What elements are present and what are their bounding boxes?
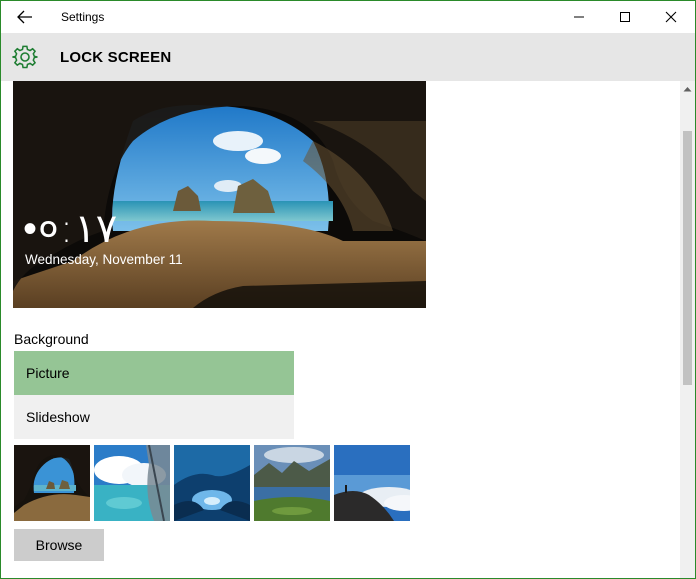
back-arrow-icon [17,10,32,24]
background-option-label: Slideshow [26,409,90,425]
minimize-button[interactable] [556,1,602,33]
content-area: •०:١٧ Wednesday, November 11 Background … [1,81,680,578]
background-option-slideshow[interactable]: Slideshow [14,395,294,439]
thumbnail-cave-beach[interactable] [14,445,90,521]
thumbnail-ice-cave[interactable] [174,445,250,521]
preview-date: Wednesday, November 11 [25,252,183,267]
cave-beach-image [14,445,90,521]
close-button[interactable] [648,1,694,33]
page-header: LOCK SCREEN [1,33,695,81]
thumbnail-sky-window[interactable] [94,445,170,521]
sky-window-image [94,445,170,521]
thumbnail-cliff-clouds[interactable] [334,445,410,521]
scroll-up-button[interactable] [680,83,695,95]
ice-cave-image [174,445,250,521]
lock-screen-preview: •०:١٧ Wednesday, November 11 [13,81,426,308]
thumbnail-mountain-lake[interactable] [254,445,330,521]
gear-icon [12,45,38,69]
title-bar: Settings [1,1,695,33]
vertical-scrollbar[interactable] [680,81,695,578]
browse-button[interactable]: Browse [14,529,104,561]
close-icon [665,11,677,23]
background-label: Background [14,331,89,347]
mountain-lake-image [254,445,330,521]
settings-window: Settings LOCK SCREEN •०:١٧ Wednesday, No… [0,0,696,579]
background-option-label: Picture [26,365,70,381]
chevron-up-icon [683,87,692,92]
preview-time: •०:١٧ [23,206,118,252]
background-option-picture[interactable]: Picture [14,351,294,395]
minimize-icon [574,16,584,18]
maximize-button[interactable] [602,1,648,33]
lock-screen-preview-image [13,81,426,308]
back-button[interactable] [11,5,39,29]
scroll-thumb[interactable] [683,131,692,385]
window-title: Settings [61,10,105,24]
maximize-icon [620,12,630,22]
cliff-clouds-image [334,445,410,521]
page-title: LOCK SCREEN [60,49,172,66]
